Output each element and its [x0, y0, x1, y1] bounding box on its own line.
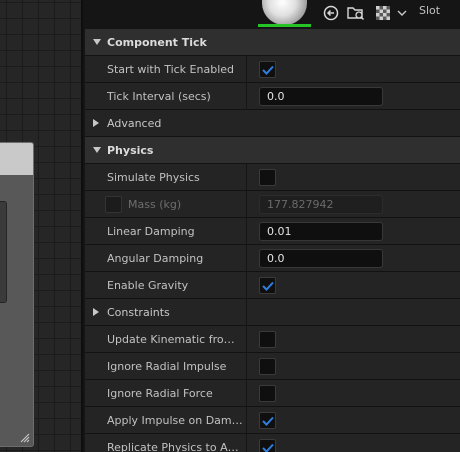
column-splitter[interactable] [246, 164, 247, 191]
linear-damping-input[interactable]: 0.01 [259, 222, 383, 241]
apply-impulse-on-damage-checkbox[interactable] [259, 412, 276, 429]
expanded-arrow-icon [93, 39, 101, 45]
details-panel: Slot Component Tick Start with Tick Enab… [85, 0, 460, 452]
property-label: Apply Impulse on Damage [107, 414, 245, 427]
expanded-arrow-icon [93, 147, 101, 153]
column-splitter[interactable] [246, 83, 247, 110]
column-splitter[interactable] [246, 272, 247, 299]
category-title: Component Tick [107, 36, 207, 49]
column-splitter[interactable] [246, 326, 247, 353]
collapsed-arrow-icon [93, 119, 99, 127]
checker-material-icon[interactable] [373, 3, 393, 23]
property-ignore-radial-impulse: Ignore Radial Impulse [85, 353, 460, 380]
checkmark-icon [261, 65, 274, 75]
replicate-physics-checkbox[interactable] [259, 439, 276, 452]
property-ignore-radial-force: Ignore Radial Force [85, 380, 460, 407]
column-splitter[interactable] [246, 434, 247, 452]
column-splitter[interactable] [246, 245, 247, 272]
angular-damping-input[interactable]: 0.0 [259, 249, 383, 268]
property-replicate-physics: Replicate Physics to Autonomous Proxy [85, 434, 460, 452]
graph-node-pin[interactable] [0, 201, 7, 303]
property-label: Ignore Radial Impulse [107, 360, 227, 373]
property-simulate-physics: Simulate Physics [85, 164, 460, 191]
property-mass: Mass (kg) 177.827942 [85, 191, 460, 218]
tick-interval-input[interactable]: 0.0 [259, 87, 383, 106]
category-component-tick[interactable]: Component Tick [85, 29, 460, 56]
subcategory-advanced[interactable]: Advanced [85, 110, 460, 137]
use-selected-asset-icon[interactable] [321, 3, 341, 23]
subcategory-title: Constraints [107, 306, 170, 319]
property-linear-damping: Linear Damping 0.01 [85, 218, 460, 245]
column-splitter[interactable] [246, 353, 247, 380]
column-splitter[interactable] [246, 407, 247, 434]
category-physics[interactable]: Physics [85, 137, 460, 164]
property-update-kinematic: Update Kinematic from Simulation [85, 326, 460, 353]
details-toolbar: Slot [85, 0, 460, 29]
chevron-down-icon[interactable] [392, 3, 412, 23]
subcategory-constraints[interactable]: Constraints [85, 299, 460, 326]
ignore-radial-impulse-checkbox[interactable] [259, 358, 276, 375]
property-label: Angular Damping [107, 252, 204, 265]
column-splitter[interactable] [246, 191, 247, 218]
column-splitter[interactable] [246, 56, 247, 83]
resize-grip-icon[interactable] [20, 433, 30, 443]
column-splitter[interactable] [246, 380, 247, 407]
collapsed-arrow-icon [93, 308, 99, 316]
update-kinematic-checkbox[interactable] [259, 331, 276, 348]
mass-input: 177.827942 [259, 195, 383, 214]
checkmark-icon [261, 281, 274, 291]
column-splitter[interactable] [246, 218, 247, 245]
property-label: Update Kinematic from Simulation [107, 333, 245, 346]
property-tick-interval: Tick Interval (secs) 0.0 [85, 83, 460, 110]
material-preview-thumbnail[interactable] [262, 0, 307, 25]
simulate-physics-checkbox[interactable] [259, 169, 276, 186]
subcategory-title: Advanced [107, 117, 162, 130]
graph-node-header [0, 143, 33, 175]
column-splitter[interactable] [246, 299, 247, 326]
property-label: Simulate Physics [107, 171, 200, 184]
ignore-radial-force-checkbox[interactable] [259, 385, 276, 402]
start-with-tick-enabled-checkbox[interactable] [259, 61, 276, 78]
thumbnail-asset-color-bar [258, 24, 311, 27]
graph-node[interactable] [0, 142, 34, 447]
graph-viewport[interactable] [0, 0, 83, 452]
property-apply-impulse-on-damage: Apply Impulse on Damage [85, 407, 460, 434]
property-enable-gravity: Enable Gravity [85, 272, 460, 299]
category-title: Physics [107, 144, 154, 157]
property-label: Replicate Physics to Autonomous Proxy [107, 441, 245, 452]
property-label: Tick Interval (secs) [107, 90, 211, 103]
property-label: Ignore Radial Force [107, 387, 213, 400]
slot-label: Slot [419, 4, 441, 17]
property-start-with-tick-enabled: Start with Tick Enabled [85, 56, 460, 83]
property-angular-damping: Angular Damping 0.0 [85, 245, 460, 272]
checkmark-icon [261, 416, 274, 426]
browse-asset-icon[interactable] [346, 3, 366, 23]
property-label: Enable Gravity [107, 279, 189, 292]
mass-override-checkbox[interactable] [105, 196, 122, 213]
property-label: Start with Tick Enabled [107, 63, 235, 76]
enable-gravity-checkbox[interactable] [259, 277, 276, 294]
checkmark-icon [261, 443, 274, 452]
property-label: Linear Damping [107, 225, 195, 238]
